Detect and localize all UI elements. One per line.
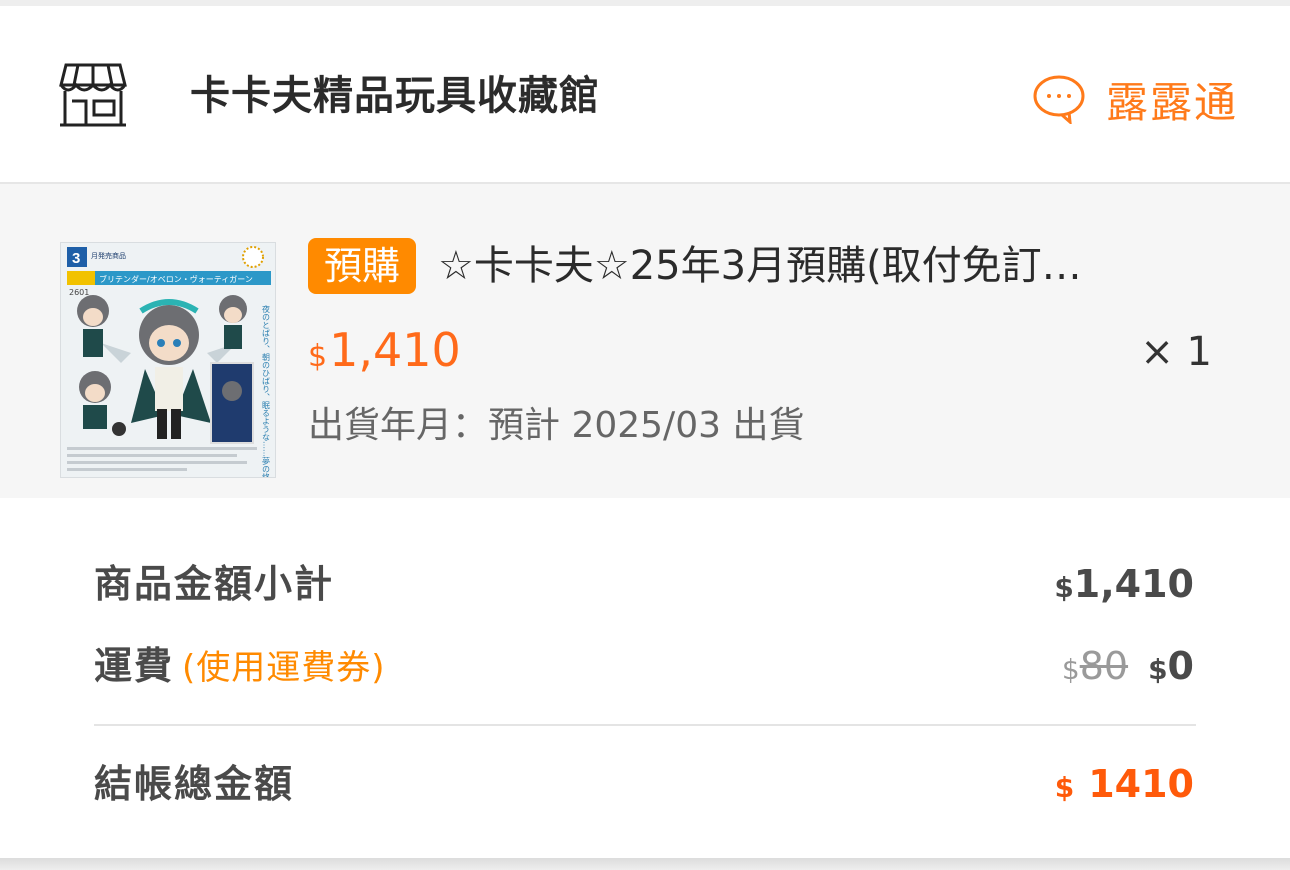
- image-banner-text: ブリテンダー/オベロン・ヴォーティガーン: [99, 274, 253, 284]
- subtotal-currency: $: [1054, 571, 1074, 604]
- chat-bubble-icon: [1032, 74, 1086, 126]
- order-summary: 商品金額小計 $1,410 運費 (使用運費券) $80 $0 結帳總金額 $141…: [0, 498, 1290, 858]
- shipping-value: $80 $0: [1062, 636, 1194, 700]
- order-card: 卡卡夫精品玩具收藏館 露露通 3 月発売商品 ブリテンダー/オベロン・ヴォーティ…: [0, 6, 1290, 858]
- subtotal-amount: 1,410: [1073, 562, 1194, 606]
- total-amount: 1410: [1088, 762, 1194, 806]
- shipping-amount: 0: [1167, 644, 1194, 688]
- image-badge-text: 月発売商品: [91, 251, 126, 260]
- total-label: 結帳總金額: [94, 762, 295, 806]
- product-price: $1,410: [308, 320, 461, 391]
- product-image[interactable]: 3 月発売商品 ブリテンダー/オベロン・ヴォーティガーン 2601 夜のとばり、…: [60, 242, 276, 478]
- shipping-original-price: $80: [1062, 644, 1128, 688]
- shipping-original-amount: 80: [1079, 644, 1129, 688]
- subtotal-row: 商品金額小計 $1,410: [94, 554, 1194, 614]
- price-currency: $: [308, 339, 328, 374]
- chat-label: 露露通: [1105, 77, 1238, 127]
- image-code: 2601: [69, 288, 89, 297]
- product-quantity: × 1: [1140, 329, 1212, 375]
- shipping-currency: $: [1148, 653, 1168, 686]
- image-badge-number: 3: [72, 250, 80, 267]
- shipping-original-currency: $: [1061, 653, 1080, 686]
- subtotal-value: $1,410: [1054, 554, 1194, 618]
- product-title[interactable]: ☆卡卡夫☆25年3月預購(取付免訂…: [438, 238, 1198, 294]
- preorder-tag: 預購: [308, 238, 417, 294]
- bottom-shadow: [0, 858, 1290, 870]
- image-vertical-text: 夜のとばり、朝のひばり、眠るような……夢の終わり: [262, 304, 271, 477]
- total-value: $1410: [1055, 754, 1194, 818]
- total-currency: $: [1054, 771, 1075, 804]
- shop-header[interactable]: 卡卡夫精品玩具收藏館 露露通: [0, 6, 1290, 184]
- summary-divider: [94, 724, 1196, 726]
- chat-button[interactable]: 露露通: [1032, 64, 1238, 134]
- shop-name[interactable]: 卡卡夫精品玩具收藏館: [190, 68, 600, 124]
- total-row: 結帳總金額 $1410: [94, 754, 1194, 814]
- shipping-coupon-note: (使用運費券): [182, 648, 386, 688]
- subtotal-label: 商品金額小計: [94, 562, 335, 606]
- shipping-label: 運費 (使用運費券): [94, 636, 386, 698]
- ship-date: 出貨年月：預計 2025/03 出貨: [308, 405, 805, 446]
- shipping-row: 運費 (使用運費券) $80 $0: [94, 636, 1194, 696]
- price-value: 1,410: [329, 323, 461, 377]
- storefront-icon: [58, 61, 128, 129]
- shipping-label-text: 運費: [94, 644, 175, 688]
- product-item[interactable]: 3 月発売商品 ブリテンダー/オベロン・ヴォーティガーン 2601 夜のとばり、…: [0, 184, 1290, 498]
